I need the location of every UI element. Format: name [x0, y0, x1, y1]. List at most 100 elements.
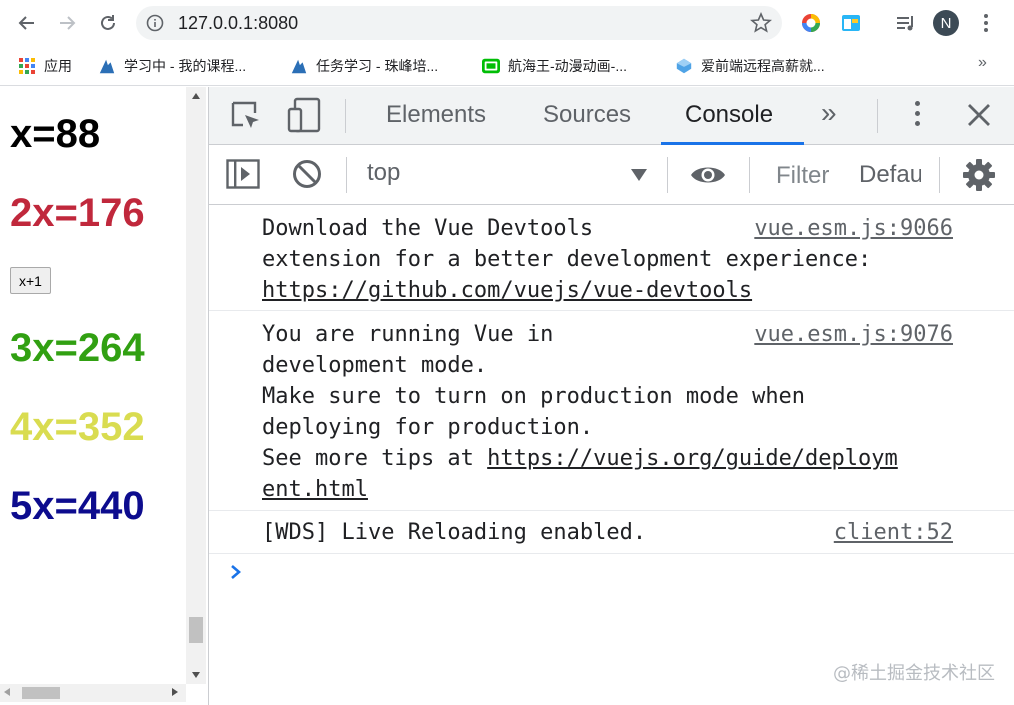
- message-source-link[interactable]: vue.esm.js:9076: [754, 319, 953, 350]
- message-source-link[interactable]: vue.esm.js:9066: [754, 213, 953, 244]
- bookmark-apps[interactable]: 应用: [18, 54, 72, 78]
- scroll-left-arrow-icon[interactable]: [4, 688, 10, 696]
- equation-5x: 5x=440: [10, 484, 145, 528]
- gear-icon[interactable]: [963, 159, 995, 191]
- arrow-left-icon: [18, 16, 34, 30]
- tab-sources[interactable]: Sources: [543, 101, 631, 129]
- scroll-right-arrow-icon[interactable]: [172, 688, 178, 696]
- message-line: deploying for production.: [262, 415, 594, 440]
- sail-logo-icon: [98, 57, 116, 75]
- close-icon[interactable]: [967, 103, 991, 127]
- scroll-down-arrow-icon[interactable]: [192, 672, 200, 678]
- dot-icon: [915, 121, 920, 126]
- vertical-scroll-thumb[interactable]: [189, 617, 203, 643]
- browser-menu-button[interactable]: [978, 10, 994, 36]
- toolbar-divider: [877, 99, 878, 133]
- deployment-guide-link[interactable]: https://vuejs.org/guide/deploym: [487, 446, 898, 471]
- dot-icon: [984, 28, 988, 32]
- dot-icon: [984, 21, 988, 25]
- message-line: development mode.: [262, 353, 488, 378]
- console-message: You are running Vue in development mode.…: [209, 311, 1014, 511]
- message-line: Make sure to turn on production mode whe…: [262, 384, 806, 409]
- toolbar-divider: [346, 157, 347, 193]
- message-line: See more tips at: [262, 446, 488, 471]
- devtools-tab-bar: Elements Sources Console »: [209, 87, 1014, 145]
- bookmark-frontend[interactable]: 爱前端远程高薪就...: [675, 54, 825, 78]
- bookmark-label: 应用: [44, 58, 72, 74]
- context-dropdown-arrow-icon[interactable]: [631, 169, 647, 181]
- vertical-scrollbar[interactable]: [186, 87, 206, 684]
- bookmark-label: 爱前端远程高薪就...: [701, 58, 825, 74]
- scroll-up-arrow-icon[interactable]: [192, 93, 200, 99]
- playlist-icon: [897, 16, 913, 31]
- page-viewport: x=88 2x=176 x+1 3x=264 4x=352 5x=440: [0, 87, 208, 705]
- eye-icon[interactable]: [690, 163, 726, 187]
- dot-icon: [915, 111, 920, 116]
- bookmark-label: 航海王-动漫动画-...: [508, 58, 627, 74]
- message-line: extension for a better development exper…: [262, 247, 872, 272]
- chrome-extension-button[interactable]: [798, 10, 824, 36]
- toolbar-divider: [749, 157, 750, 193]
- equation-x: x=88: [10, 112, 101, 156]
- bookmark-label: 任务学习 - 珠峰培...: [316, 58, 439, 74]
- bookmark-task[interactable]: 任务学习 - 珠峰培...: [290, 54, 438, 78]
- arrow-right-icon: [60, 16, 76, 30]
- equation-2x: 2x=176: [10, 191, 145, 235]
- window-icon: [842, 15, 860, 31]
- bookmark-onepiece[interactable]: 航海王-动漫动画-...: [482, 54, 627, 78]
- media-controls-button[interactable]: [893, 10, 919, 36]
- message-source-link[interactable]: client:52: [834, 517, 953, 548]
- message-line: [WDS] Live Reloading enabled.: [262, 520, 647, 545]
- log-levels-dropdown[interactable]: Default levels: [859, 161, 921, 189]
- horizontal-scrollbar[interactable]: [0, 684, 186, 702]
- url-text: 127.0.0.1:8080: [178, 13, 299, 33]
- browser-toolbar: 127.0.0.1:8080 N: [0, 0, 1014, 46]
- forward-button[interactable]: [52, 8, 82, 38]
- browser-window: 127.0.0.1:8080 N 应用 学习中 - 我的课程... 任务学习 -…: [0, 0, 1014, 705]
- inspect-element-icon[interactable]: [229, 99, 263, 133]
- bookmarks-overflow-button[interactable]: »: [978, 54, 987, 72]
- increment-button[interactable]: x+1: [10, 267, 51, 294]
- iqiyi-logo-icon: [482, 57, 500, 75]
- message-line: You are running Vue in: [262, 322, 554, 347]
- address-bar[interactable]: 127.0.0.1:8080: [136, 6, 782, 40]
- console-toolbar: top Filter Default levels: [209, 145, 1014, 205]
- toolbar-divider: [345, 99, 346, 133]
- back-button[interactable]: [12, 8, 42, 38]
- clear-console-icon[interactable]: [292, 159, 322, 189]
- message-line: Download the Vue Devtools: [262, 216, 594, 241]
- horizontal-scroll-thumb[interactable]: [22, 687, 60, 699]
- dot-icon: [915, 101, 920, 106]
- bookmarks-bar: 应用 学习中 - 我的课程... 任务学习 - 珠峰培... 航海王-动漫动画-…: [0, 46, 1014, 86]
- console-filter-input[interactable]: Filter: [765, 153, 841, 197]
- colorful-ring-icon: [802, 14, 820, 32]
- context-selector[interactable]: top: [367, 159, 400, 187]
- devtools-menu-button[interactable]: [915, 101, 920, 126]
- reload-icon: [101, 15, 115, 30]
- gem-logo-icon: [675, 57, 693, 75]
- dot-icon: [984, 14, 988, 18]
- equation-3x: 3x=264: [10, 326, 145, 370]
- bookmark-course[interactable]: 学习中 - 我的课程...: [98, 54, 246, 78]
- profile-avatar[interactable]: N: [933, 10, 959, 36]
- apps-grid-icon: [18, 57, 36, 75]
- bookmark-star-icon[interactable]: [750, 12, 772, 34]
- bookmark-label: 学习中 - 我的课程...: [124, 58, 247, 74]
- device-toolbar-icon[interactable]: [287, 97, 323, 133]
- devtools-link[interactable]: https://github.com/vuejs/vue-devtools: [262, 278, 752, 303]
- tab-elements[interactable]: Elements: [386, 101, 486, 129]
- toolbar-divider: [939, 157, 940, 193]
- console-prompt-chevron-icon[interactable]: [229, 563, 243, 581]
- more-tabs-button[interactable]: »: [821, 97, 837, 129]
- tab-console[interactable]: Console: [685, 101, 773, 129]
- equation-4x: 4x=352: [10, 405, 145, 449]
- watermark: @稀土掘金技术社区: [833, 663, 995, 684]
- deployment-guide-link-continued[interactable]: ent.html: [262, 477, 368, 502]
- devtools-panel: Elements Sources Console » top Filter De…: [208, 87, 1014, 705]
- info-icon[interactable]: [146, 14, 164, 32]
- console-message: Download the Vue Devtools extension for …: [209, 205, 1014, 311]
- window-extension-button[interactable]: [838, 10, 864, 36]
- console-output: Download the Vue Devtools extension for …: [209, 205, 1014, 705]
- reload-button[interactable]: [93, 8, 123, 38]
- sidebar-toggle-icon[interactable]: [226, 159, 260, 189]
